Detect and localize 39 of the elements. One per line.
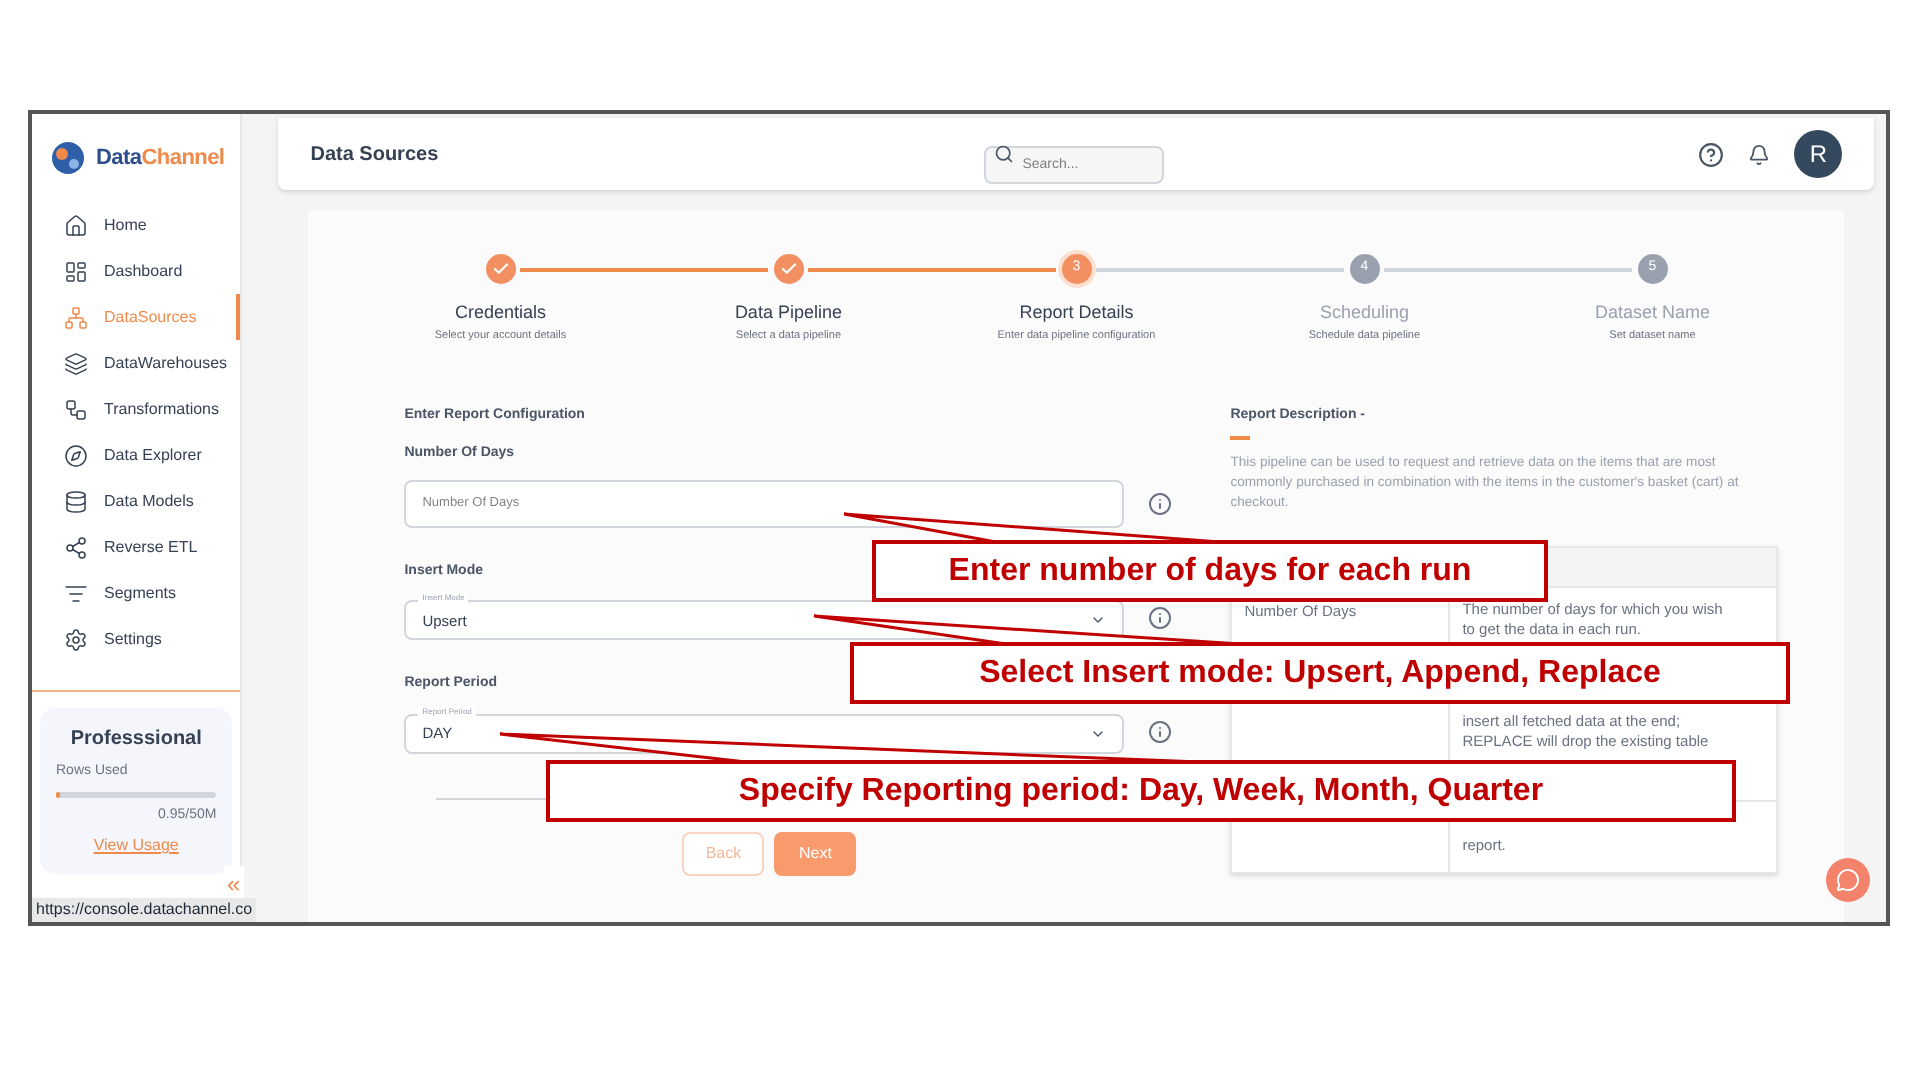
step-title: Dataset Name <box>1594 300 1710 326</box>
home-icon <box>64 213 88 237</box>
list-filter-icon <box>64 581 88 605</box>
dashboard-icon <box>64 259 88 283</box>
sidebar-item[interactable]: Data Explorer <box>32 432 241 478</box>
compass-icon <box>64 443 88 467</box>
sidebar-item[interactable]: DataWarehouses <box>32 340 241 386</box>
help-icon[interactable] <box>1698 141 1725 167</box>
share-icon <box>64 535 88 559</box>
step-title: Report Details <box>1019 300 1134 326</box>
network-icon <box>64 305 88 329</box>
brand-name: DataChannel <box>96 143 225 174</box>
database-icon <box>64 489 88 513</box>
avatar[interactable]: R <box>1794 130 1843 178</box>
layers-icon <box>64 351 88 375</box>
bell-icon[interactable] <box>1748 143 1771 165</box>
check-icon <box>491 260 510 278</box>
page-title: Data Sources <box>310 141 441 169</box>
sidebar-item[interactable]: Transformations <box>32 386 241 432</box>
globe-logo-icon <box>48 138 88 178</box>
info-icon[interactable] <box>1148 491 1173 516</box>
sidebar-item[interactable]: Reverse ETL <box>32 524 241 570</box>
sidebar-item[interactable]: Data Models <box>32 478 241 524</box>
sidebar-item[interactable]: Segments <box>32 570 241 616</box>
step-title: Credentials <box>454 300 546 326</box>
plan-name: Professsional <box>68 726 204 754</box>
info-icon[interactable] <box>1148 606 1173 631</box>
settings-icon <box>64 627 88 651</box>
step-title: Data Pipeline <box>734 300 842 326</box>
sidebar-item[interactable]: Dashboard <box>32 248 241 294</box>
sidebar-item[interactable]: Home <box>32 202 241 248</box>
step-title: Scheduling <box>1319 300 1409 326</box>
workflow-icon <box>64 397 88 421</box>
search-icon <box>994 143 1015 163</box>
sidebar-item[interactable]: Settings <box>32 616 241 662</box>
check-icon <box>779 260 798 278</box>
status-url: https://console.datachannel.co <box>32 898 257 922</box>
info-icon[interactable] <box>1148 719 1173 744</box>
chat-icon <box>1836 868 1860 892</box>
